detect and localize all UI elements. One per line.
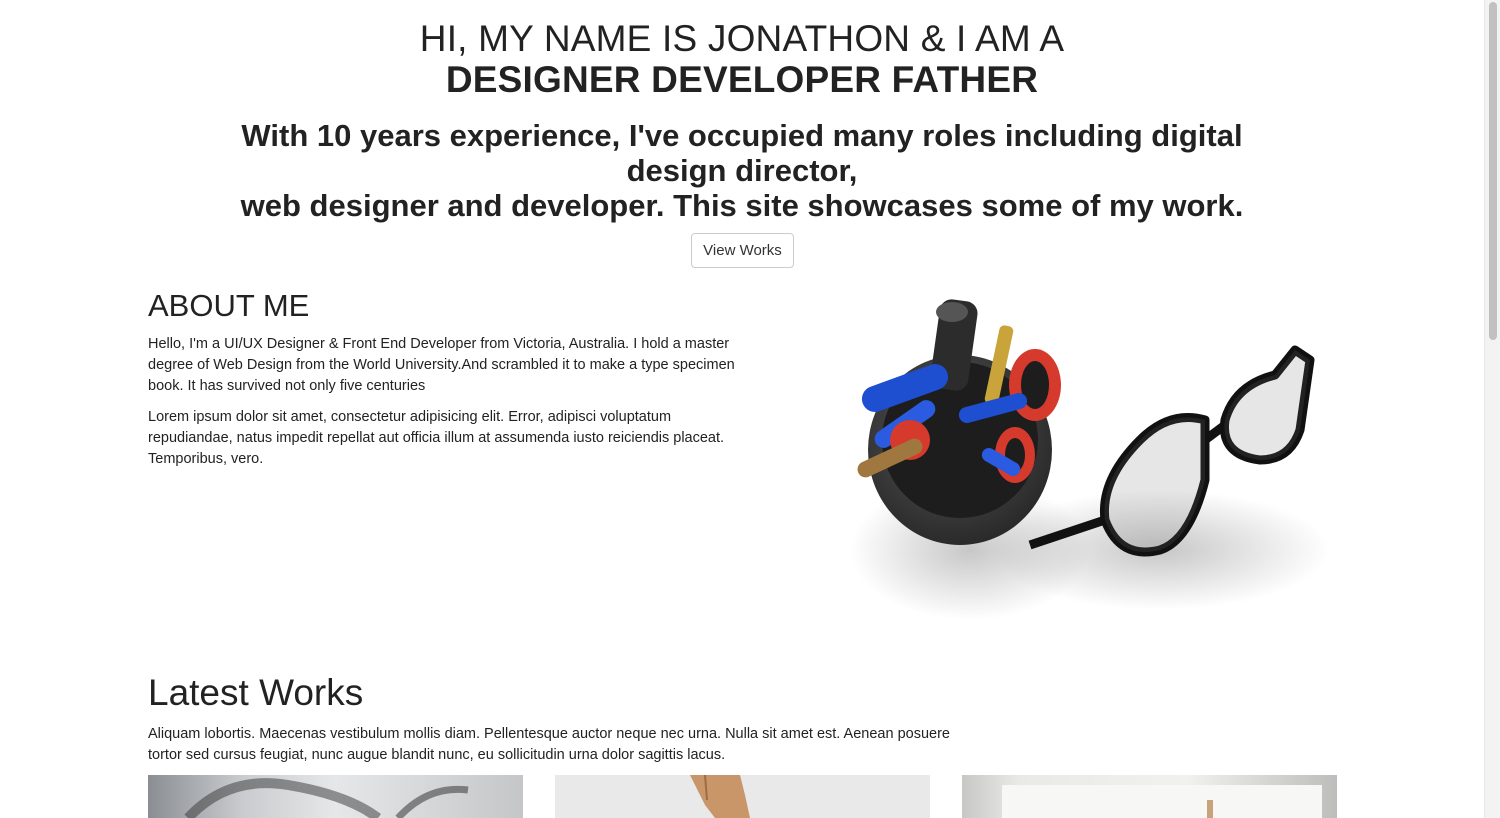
about-title: ABOUT ME: [148, 288, 310, 323]
latest-works-description: Aliquam lobortis. Maecenas vestibulum mo…: [148, 726, 950, 763]
hero-subtitle-line2: web designer and developer. This site sh…: [240, 188, 1244, 223]
page-scrollbar[interactable]: [1484, 0, 1500, 818]
latest-works-title: Latest Works: [148, 672, 364, 713]
work-thumbnail-2[interactable]: [555, 775, 930, 818]
about-paragraph-1: Hello, I'm a UI/UX Designer & Front End …: [148, 336, 735, 394]
hero-subtitle-line1: With 10 years experience, I've occupied …: [241, 118, 1243, 188]
about-paragraph-2: Lorem ipsum dolor sit amet, consectetur …: [148, 409, 725, 467]
view-works-button[interactable]: View Works: [691, 233, 794, 268]
hero-title-line1: HI, MY NAME IS JONATHON & I AM A: [419, 18, 1065, 59]
hand-photo: [690, 775, 750, 818]
hero-title: HI, MY NAME IS JONATHON & I AM A DESIGNE…: [0, 18, 1484, 100]
calligraphy-photo: [184, 778, 469, 818]
work-thumbnail-1[interactable]: [148, 775, 523, 818]
hero-subtitle: With 10 years experience, I've occupied …: [190, 118, 1294, 223]
paper-sheets-photo: [1002, 785, 1322, 818]
scrollbar-thumb[interactable]: [1489, 2, 1497, 340]
work-thumbnail-3[interactable]: [962, 775, 1337, 818]
hero-title-line2: DESIGNER DEVELOPER FATHER: [445, 59, 1039, 100]
pen-cup-and-glasses-photo: [850, 299, 1330, 620]
